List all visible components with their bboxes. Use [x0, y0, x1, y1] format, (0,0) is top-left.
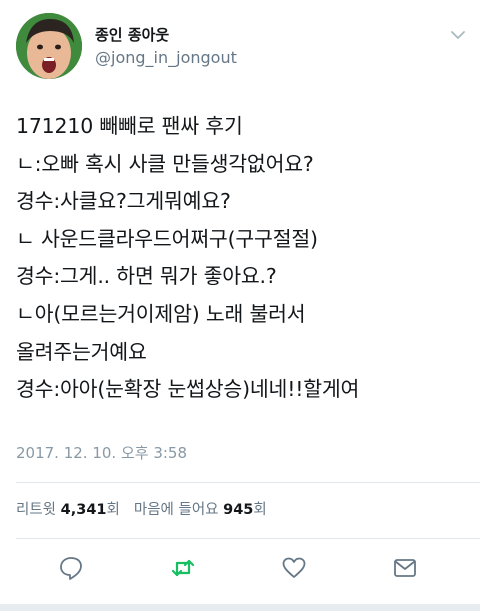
likes-unit: 회 — [253, 502, 267, 518]
envelope-icon[interactable] — [392, 555, 418, 581]
avatar-image — [16, 13, 82, 79]
tweet-line: ㄴ아(모르는거이제암) 노래 불러서 — [16, 301, 306, 326]
heart-icon[interactable] — [281, 555, 307, 581]
tweet-line: ㄴ:오빠 혹시 사클 만들생각없어요? — [16, 151, 314, 176]
chevron-down-icon[interactable] — [449, 26, 467, 44]
bottom-separator — [0, 604, 480, 611]
retweet-icon[interactable] — [170, 555, 196, 581]
reply-icon[interactable] — [58, 555, 84, 581]
avatar[interactable] — [16, 13, 82, 79]
retweets-unit: 회 — [106, 502, 120, 518]
divider-bottom — [16, 538, 480, 539]
likes-count: 945 — [223, 502, 254, 518]
retweets-count: 4,341 — [60, 502, 107, 518]
tweet-line: 경수:그게.. 하면 뭐가 좋아요.? — [16, 264, 277, 289]
tweet-timestamp: 2017. 12. 10. 오후 3:58 — [16, 444, 188, 462]
divider-top — [16, 482, 480, 483]
likes-label: 마음에 들어요 — [133, 502, 219, 518]
tweet-line: ㄴ 사운드클라우드어쩌구(구구절절) — [16, 226, 318, 251]
retweets-stat[interactable]: 리트윗 4,341회 — [16, 502, 120, 518]
display-name[interactable]: 종인 종아웃 — [95, 24, 169, 45]
tweet-actions — [0, 550, 480, 586]
tweet-line: 경수:아아(눈확장 눈썹상승)네네!!할게여 — [16, 377, 360, 402]
retweets-label: 리트윗 — [16, 502, 57, 518]
user-handle[interactable]: @jong_in_jongout — [95, 48, 237, 67]
tweet-line: 올려주는거예요 — [16, 339, 147, 364]
tweet-line: 경수:사클요?그게뭐예요? — [16, 189, 231, 214]
likes-stat[interactable]: 마음에 들어요 945회 — [134, 502, 267, 518]
tweet-line: 171210 빼빼로 팬싸 후기 — [16, 114, 243, 138]
tweet-text: 171210 빼빼로 팬싸 후기 ㄴ:오빠 혹시 사클 만들생각없어요? 경수:… — [16, 108, 472, 409]
tweet-header: 종인 종아웃 @jong_in_jongout — [0, 0, 480, 96]
tweet-stats: 리트윗 4,341회 마음에 들어요 945회 — [16, 498, 267, 519]
